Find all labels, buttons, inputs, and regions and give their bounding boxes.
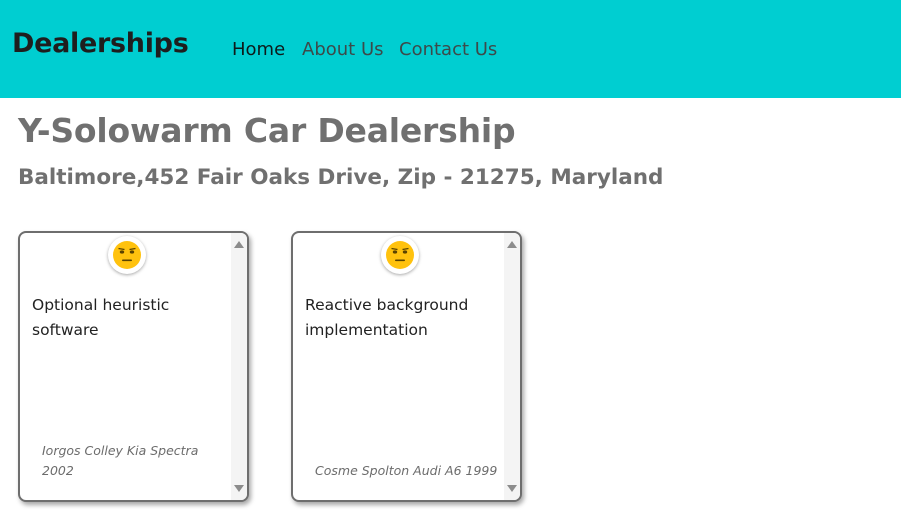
review-card: Reactive background implementation Cosme… [291,231,522,502]
dealer-name: Y-Solowarm Car Dealership [18,111,516,150]
scroll-down-arrow-icon[interactable] [507,485,517,492]
nav-home-link[interactable]: Home [232,39,285,60]
scroll-up-arrow-icon[interactable] [507,241,517,248]
nav-contact-link[interactable]: Contact Us [399,39,497,60]
review-card: Optional heuristic software Iorgos Colle… [18,231,249,502]
review-car-info: Cosme Spolton Audi A6 1999 [315,463,498,478]
review-text: Reactive background implementation [305,296,469,339]
navbar: Dealerships Home About Us Contact Us [0,0,901,98]
neutral-face-icon [108,236,146,274]
review-car-info: Iorgos Colley Kia Spectra 2002 [42,443,199,478]
nav-about-link[interactable]: About Us [302,39,384,60]
card-scrollbar[interactable] [231,233,247,500]
neutral-face-icon [381,236,419,274]
dealer-address: Baltimore,452 Fair Oaks Drive, Zip - 212… [18,165,664,190]
brand-logo[interactable]: Dealerships [12,28,189,59]
scroll-down-arrow-icon[interactable] [234,485,244,492]
card-scrollbar[interactable] [504,233,520,500]
scroll-up-arrow-icon[interactable] [234,241,244,248]
review-text: Optional heuristic software [32,296,170,339]
